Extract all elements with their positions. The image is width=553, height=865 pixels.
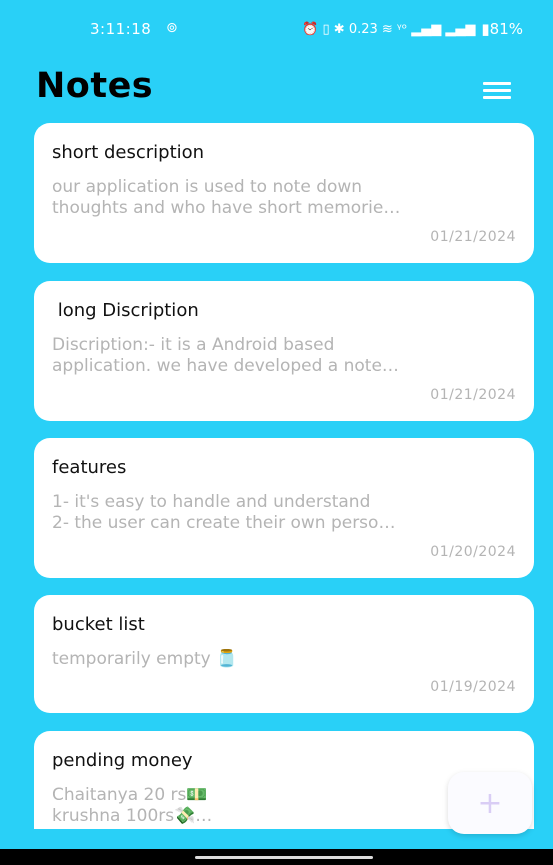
app-header: Notes bbox=[0, 58, 553, 120]
add-note-button[interactable]: + bbox=[448, 772, 532, 834]
page-title: Notes bbox=[36, 66, 154, 106]
note-title: bucket list bbox=[52, 614, 145, 635]
home-gesture-handle[interactable] bbox=[195, 856, 373, 859]
status-indicators: ⏰ ▯ ✱ 0.23 ≋ ᵞᵒ ▂▄▆ ▂▄▆ bbox=[302, 21, 476, 37]
note-preview-line: our application is used to note down bbox=[52, 177, 363, 197]
note-preview: temporarily empty 🫙 bbox=[52, 649, 516, 670]
status-icons: ⏰ ▯ ✱ 0.23 ≋ ᵞᵒ ▂▄▆ ▂▄▆ ▮81% bbox=[302, 20, 523, 38]
note-preview-line: 1- it's easy to handle and understand bbox=[52, 492, 371, 512]
note-card[interactable]: bucket list temporarily empty 🫙 01/19/20… bbox=[34, 595, 534, 713]
note-preview-line: Discription:- it is a Android based bbox=[52, 335, 335, 355]
note-date: 01/21/2024 bbox=[430, 229, 516, 245]
note-title: long Discription bbox=[52, 300, 199, 321]
battery-indicator: ▮81% bbox=[481, 20, 523, 38]
note-card[interactable]: long Discription Discription:- it is a A… bbox=[34, 281, 534, 421]
note-date: 01/21/2024 bbox=[430, 387, 516, 403]
note-preview: 1- it's easy to handle and understand 2-… bbox=[52, 492, 516, 534]
note-preview: Discription:- it is a Android based appl… bbox=[52, 335, 516, 377]
note-preview-line: temporarily empty 🫙 bbox=[52, 649, 238, 669]
note-preview-line: Chaitanya 20 rs💵 bbox=[52, 785, 208, 805]
note-date: 01/20/2024 bbox=[430, 544, 516, 560]
note-title: features bbox=[52, 457, 127, 478]
status-time: 3:11:18 bbox=[90, 20, 152, 38]
screen-record-icon: ⊚ bbox=[166, 20, 178, 36]
note-title: pending money bbox=[52, 750, 193, 771]
note-title: short description bbox=[52, 142, 205, 163]
hamburger-menu-icon[interactable] bbox=[483, 82, 511, 102]
note-preview: our application is used to note down tho… bbox=[52, 177, 516, 219]
note-preview-line: thoughts and who have short memorie… bbox=[52, 198, 401, 218]
note-preview-line: 2- the user can create their own perso… bbox=[52, 513, 396, 533]
note-card[interactable]: features 1- it's easy to handle and unde… bbox=[34, 438, 534, 578]
note-date: 01/19/2024 bbox=[430, 679, 516, 695]
note-card[interactable]: short description our application is use… bbox=[34, 123, 534, 263]
note-preview-line: application. we have developed a note… bbox=[52, 356, 399, 376]
system-nav-bar bbox=[0, 849, 553, 865]
note-preview: Chaitanya 20 rs💵 krushna 100rs💸… bbox=[52, 785, 516, 827]
plus-icon: + bbox=[477, 785, 503, 821]
notes-list[interactable]: short description our application is use… bbox=[0, 123, 553, 829]
status-bar: 3:11:18 ⊚ ⏰ ▯ ✱ 0.23 ≋ ᵞᵒ ▂▄▆ ▂▄▆ ▮81% bbox=[0, 0, 553, 58]
note-preview-line: krushna 100rs💸… bbox=[52, 806, 213, 826]
